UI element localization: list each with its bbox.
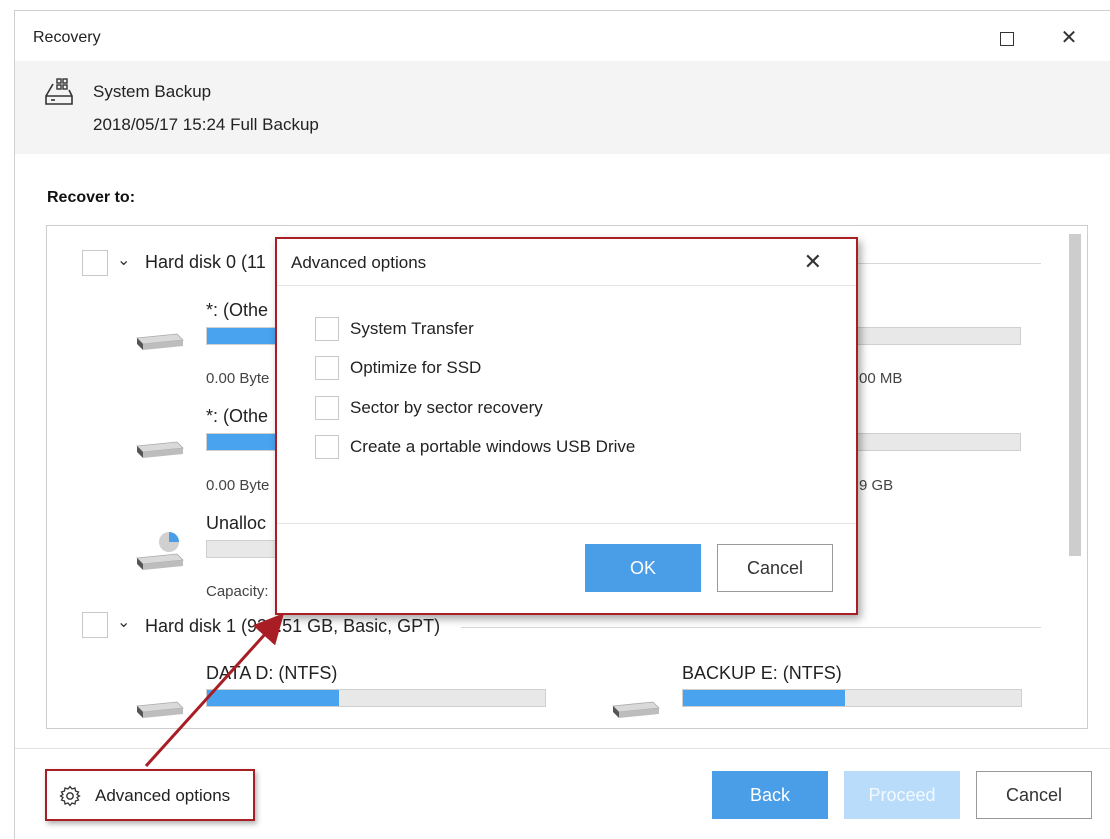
system-backup-icon <box>45 78 73 105</box>
partition-name: BACKUP E: (NTFS) <box>682 663 842 683</box>
dialog-ok-button[interactable]: OK <box>585 544 701 592</box>
window-title: Recovery <box>33 29 101 46</box>
drive-icon <box>136 701 184 718</box>
advanced-options-label: Advanced options <box>95 786 231 805</box>
disk-1-checkbox[interactable] <box>82 612 108 638</box>
backup-info: System Backup 2018/05/17 15:24 Full Back… <box>15 61 1110 154</box>
maximize-button[interactable] <box>987 23 1027 53</box>
partition-name: Unalloc <box>206 513 267 533</box>
divider <box>857 263 1041 264</box>
partition-usage-bar <box>206 540 278 558</box>
drive-icon <box>136 333 184 350</box>
disk-0-checkbox[interactable] <box>82 250 108 276</box>
gear-icon <box>59 785 81 807</box>
footer-divider <box>15 748 1110 749</box>
sector-by-sector-checkbox[interactable] <box>315 396 339 420</box>
proceed-button[interactable]: Proceed <box>844 771 960 819</box>
optimize-ssd-checkbox[interactable] <box>315 356 339 380</box>
partition-capacity: Capacity: <box>206 583 269 600</box>
back-button[interactable]: Back <box>712 771 828 819</box>
partition-size: 0.00 Byte <box>206 477 270 494</box>
disk-0-title: Hard disk 0 (11 <box>145 252 266 272</box>
partition-usage-bar <box>206 433 278 451</box>
partition-name: *: (Othe <box>206 406 269 426</box>
backup-date: 2018/05/17 15:24 Full Backup <box>93 115 319 134</box>
drive-icon <box>136 441 184 458</box>
disk-1-title: Hard disk 1 (931.51 GB, Basic, GPT) <box>145 616 441 636</box>
partition-usage-bar <box>682 689 1022 707</box>
dialog-divider <box>277 285 856 286</box>
system-transfer-checkbox[interactable] <box>315 317 339 341</box>
title-bar: Recovery ✕ <box>15 11 1110 61</box>
partition-usage-fill <box>683 690 846 706</box>
dialog-cancel-button[interactable]: Cancel <box>717 544 833 592</box>
option-label: Optimize for SSD <box>350 358 482 377</box>
maximize-icon <box>1000 32 1014 46</box>
scrollbar-thumb[interactable] <box>1069 234 1081 556</box>
dialog-title: Advanced options <box>291 253 427 272</box>
option-label: Create a portable windows USB Drive <box>350 437 636 456</box>
close-button[interactable]: ✕ <box>1049 23 1089 53</box>
portable-usb-checkbox[interactable] <box>315 435 339 459</box>
advanced-options-dialog: Advanced options ✕ System Transfer Optim… <box>275 237 858 615</box>
partition-name: *: (Othe <box>206 300 269 320</box>
cancel-button[interactable]: Cancel <box>976 771 1092 819</box>
recover-to-label: Recover to: <box>47 189 136 206</box>
backup-name: System Backup <box>93 82 212 101</box>
partition-name: DATA D: (NTFS) <box>206 663 338 683</box>
option-label: Sector by sector recovery <box>350 398 543 417</box>
dialog-divider <box>277 523 856 524</box>
divider <box>461 627 1041 628</box>
partition-usage-bar <box>206 327 278 345</box>
chevron-down-icon[interactable]: ⌄ <box>117 250 130 270</box>
option-label: System Transfer <box>350 319 474 338</box>
close-icon: ✕ <box>1060 27 1078 49</box>
partition-usage-bar <box>206 689 546 707</box>
partition-size: 00 MB <box>859 370 903 387</box>
advanced-options-button[interactable]: Advanced options <box>45 769 255 821</box>
partition-usage-bar <box>857 433 1021 451</box>
drive-icon <box>612 701 660 718</box>
unallocated-drive-icon <box>136 532 184 570</box>
partition-usage-bar <box>857 327 1021 345</box>
partition-usage-fill <box>207 328 277 344</box>
partition-size: 9 GB <box>859 477 894 494</box>
chevron-down-icon[interactable]: ⌄ <box>117 612 130 632</box>
partition-usage-fill <box>207 690 339 706</box>
partition-size: 0.00 Byte <box>206 370 270 387</box>
dialog-close-icon[interactable]: ✕ <box>804 249 822 275</box>
partition-usage-fill <box>207 434 277 450</box>
